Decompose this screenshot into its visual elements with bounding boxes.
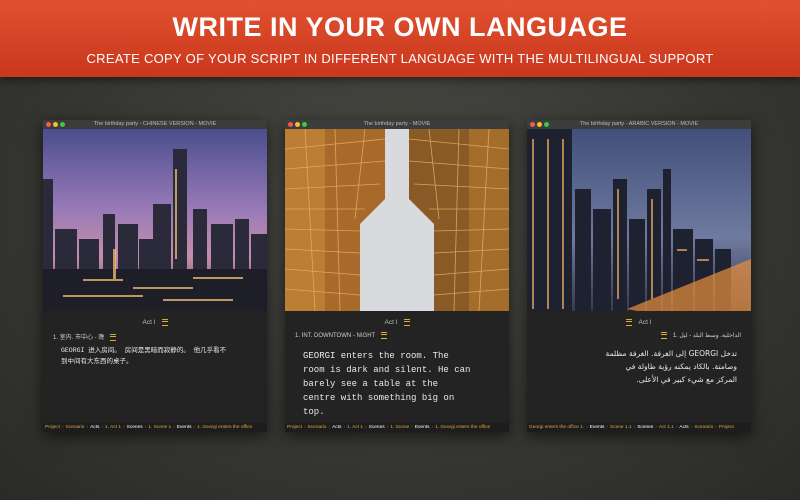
close-icon[interactable] <box>288 122 293 127</box>
breadcrumb-item[interactable]: Scene 1.1 <box>610 425 632 430</box>
beijing-skyline-image <box>43 129 267 311</box>
window-arabic-version: The birthday party - ARABIC VERSION - MO… <box>527 120 751 432</box>
dubai-skyline-image <box>527 129 751 311</box>
act-label: Act I <box>142 319 156 326</box>
minimize-icon[interactable] <box>295 122 300 127</box>
close-icon[interactable] <box>46 122 51 127</box>
script-body[interactable]: GEORGI enters the room. The room is dark… <box>303 349 503 419</box>
path-breadcrumb: Project › Scenario › Acts › 1. Act 1 › Scenes › 1.… <box>285 423 509 432</box>
window-titlebar[interactable]: The birthday party - ARABIC VERSION - MO… <box>527 120 751 129</box>
breadcrumb-item[interactable]: Events <box>415 425 430 430</box>
banner-subtitle: CREATE COPY OF YOUR SCRIPT IN DIFFERENT … <box>86 51 714 66</box>
zoom-icon[interactable] <box>302 122 307 127</box>
script-body[interactable]: GEORGI 进入房间。 房间是黑暗而寂静的。 他几乎看不 到中间有大东西的桌子… <box>61 345 261 367</box>
traffic-lights <box>46 122 65 127</box>
window-title: The birthday party - MOVIE <box>363 121 431 127</box>
breadcrumb-item[interactable]: Project <box>287 425 302 430</box>
traffic-lights <box>288 122 307 127</box>
menu-icon[interactable] <box>660 332 667 339</box>
menu-icon[interactable] <box>161 318 168 326</box>
script-body[interactable]: تدخل GEORGI إلى الغرفة. الغرفة مظلمة وصا… <box>537 347 737 386</box>
path-breadcrumb: Project › Scenario › Acts › 1. Act 1 › Scenes › 1.… <box>43 423 267 432</box>
breadcrumb-item[interactable]: 1. Act 1 <box>105 425 121 430</box>
breadcrumb-item[interactable]: Project <box>719 425 734 430</box>
traffic-lights <box>530 122 549 127</box>
breadcrumb-item[interactable]: Scenes <box>369 425 385 430</box>
act-label: Act I <box>384 319 398 326</box>
act-label: Act I <box>638 319 652 326</box>
window-title: The birthday party - CHINESE VERSION - M… <box>93 121 217 127</box>
breadcrumb-item[interactable]: 1. Scene <box>390 425 409 430</box>
menu-icon[interactable] <box>381 332 388 339</box>
minimize-icon[interactable] <box>53 122 58 127</box>
breadcrumb-item[interactable]: Scenario <box>308 425 327 430</box>
breadcrumb-item[interactable]: Scenario <box>694 425 713 430</box>
menu-icon[interactable] <box>626 318 633 326</box>
close-icon[interactable] <box>530 122 535 127</box>
breadcrumb-item[interactable]: Acts <box>679 425 688 430</box>
act-selector[interactable]: Act I <box>285 316 509 330</box>
scene-heading-label: 1. 室内. 市中心 - 晚 <box>53 335 105 341</box>
breadcrumb-item[interactable]: 1. Georgi enters the office <box>435 425 490 430</box>
act-selector[interactable]: Act I <box>43 316 267 330</box>
minimize-icon[interactable] <box>537 122 542 127</box>
scene-heading-label: 1. INT. DOWNTOWN - NIGHT <box>295 333 376 340</box>
scene-heading-label: 1. الداخلية. وسط البلد - ليل <box>672 333 741 340</box>
breadcrumb-item[interactable]: Events <box>590 425 605 430</box>
breadcrumb-item[interactable]: Acts <box>332 425 341 430</box>
skyscrapers-lookup-image <box>285 129 509 311</box>
path-breadcrumb: Georgi enters the office 1. › Events › Scene… <box>527 423 751 432</box>
menu-icon[interactable] <box>403 318 410 326</box>
zoom-icon[interactable] <box>544 122 549 127</box>
breadcrumb-item[interactable]: Acts <box>90 425 99 430</box>
breadcrumb-item[interactable]: Events <box>177 425 192 430</box>
menu-icon[interactable] <box>110 333 117 341</box>
breadcrumb-item[interactable]: 1. Act 1 <box>347 425 363 430</box>
window-title: The birthday party - ARABIC VERSION - MO… <box>579 121 699 127</box>
window-titlebar[interactable]: The birthday party - CHINESE VERSION - M… <box>43 120 267 129</box>
scene-heading[interactable]: 1. 室内. 市中心 - 晚 <box>53 332 117 341</box>
zoom-icon[interactable] <box>60 122 65 127</box>
act-selector[interactable]: Act I <box>527 316 751 330</box>
header-banner: WRITE IN YOUR OWN LANGUAGE CREATE COPY O… <box>0 0 800 77</box>
breadcrumb-item[interactable]: Scenes <box>637 425 653 430</box>
window-english-version: The birthday party - MOVIE Act I 1. INT.… <box>285 120 509 432</box>
banner-title: WRITE IN YOUR OWN LANGUAGE <box>172 12 628 42</box>
breadcrumb-item[interactable]: Scenes <box>127 425 143 430</box>
breadcrumb-item[interactable]: Scenario <box>66 425 85 430</box>
scene-heading[interactable]: 1. INT. DOWNTOWN - NIGHT <box>295 332 388 340</box>
breadcrumb-item[interactable]: Project <box>45 425 60 430</box>
window-chinese-version: The birthday party - CHINESE VERSION - M… <box>43 120 267 432</box>
breadcrumb-item[interactable]: Act 1.1 <box>659 425 674 430</box>
scene-heading[interactable]: 1. الداخلية. وسط البلد - ليل <box>660 332 741 340</box>
window-titlebar[interactable]: The birthday party - MOVIE <box>285 120 509 129</box>
breadcrumb-item[interactable]: Georgi enters the office 1. <box>529 425 584 430</box>
breadcrumb-item[interactable]: 1. Scene 1 <box>148 425 171 430</box>
breadcrumb-item[interactable]: 1. Georgi enters the office <box>197 425 252 430</box>
